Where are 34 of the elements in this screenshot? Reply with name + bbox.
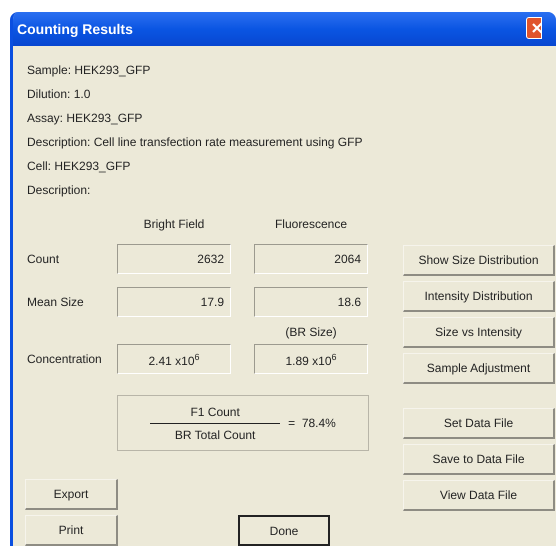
- value-field: 2632: [117, 244, 231, 274]
- info-line: Description: Cell line transfection rate measurement using GFP: [27, 134, 362, 151]
- denominator-label: BR Total Count: [174, 426, 256, 444]
- push-button[interactable]: Done: [238, 515, 330, 546]
- info-line: Description:: [27, 182, 90, 199]
- close-icon: [531, 22, 541, 34]
- numerator-label: F1 Count: [190, 404, 240, 420]
- info-line: Assay: HEK293_GFP: [27, 110, 142, 127]
- column-header: Fluorescence: [274, 216, 348, 233]
- info-line: Cell: HEK293_GFP: [27, 158, 130, 175]
- push-button[interactable]: Size vs Intensity: [403, 317, 555, 348]
- value-field: 17.9: [117, 287, 231, 317]
- push-button[interactable]: Set Data File: [403, 408, 555, 439]
- value-field: 1.89 x10$^{6}$: [254, 344, 368, 374]
- value-field: 2064: [254, 244, 368, 274]
- column-header: Bright Field: [144, 216, 204, 233]
- push-button[interactable]: Show Size Distribution: [403, 245, 555, 276]
- push-button[interactable]: Export: [25, 479, 118, 510]
- row-label: Count: [27, 251, 60, 268]
- close-button[interactable]: [526, 17, 542, 39]
- info-line: Dilution: 1.0: [27, 86, 90, 103]
- info-line: Sample: HEK293_GFP: [27, 62, 150, 79]
- ratio-value: = 78.4%: [288, 415, 336, 432]
- push-button[interactable]: Sample Adjustment: [403, 353, 555, 384]
- size-note: (BR Size): [285, 324, 337, 341]
- push-button[interactable]: Print: [25, 515, 118, 546]
- value-field: 2.41 x10$^{6}$: [117, 344, 231, 374]
- value-field: 18.6: [254, 287, 368, 317]
- push-button[interactable]: Intensity Distribution: [403, 281, 555, 312]
- row-label: Concentration: [27, 351, 102, 368]
- window-title: Counting Results: [17, 20, 133, 39]
- push-button[interactable]: Save to Data File: [403, 444, 555, 475]
- row-label: Mean Size: [27, 294, 84, 311]
- push-button[interactable]: View Data File: [403, 480, 555, 511]
